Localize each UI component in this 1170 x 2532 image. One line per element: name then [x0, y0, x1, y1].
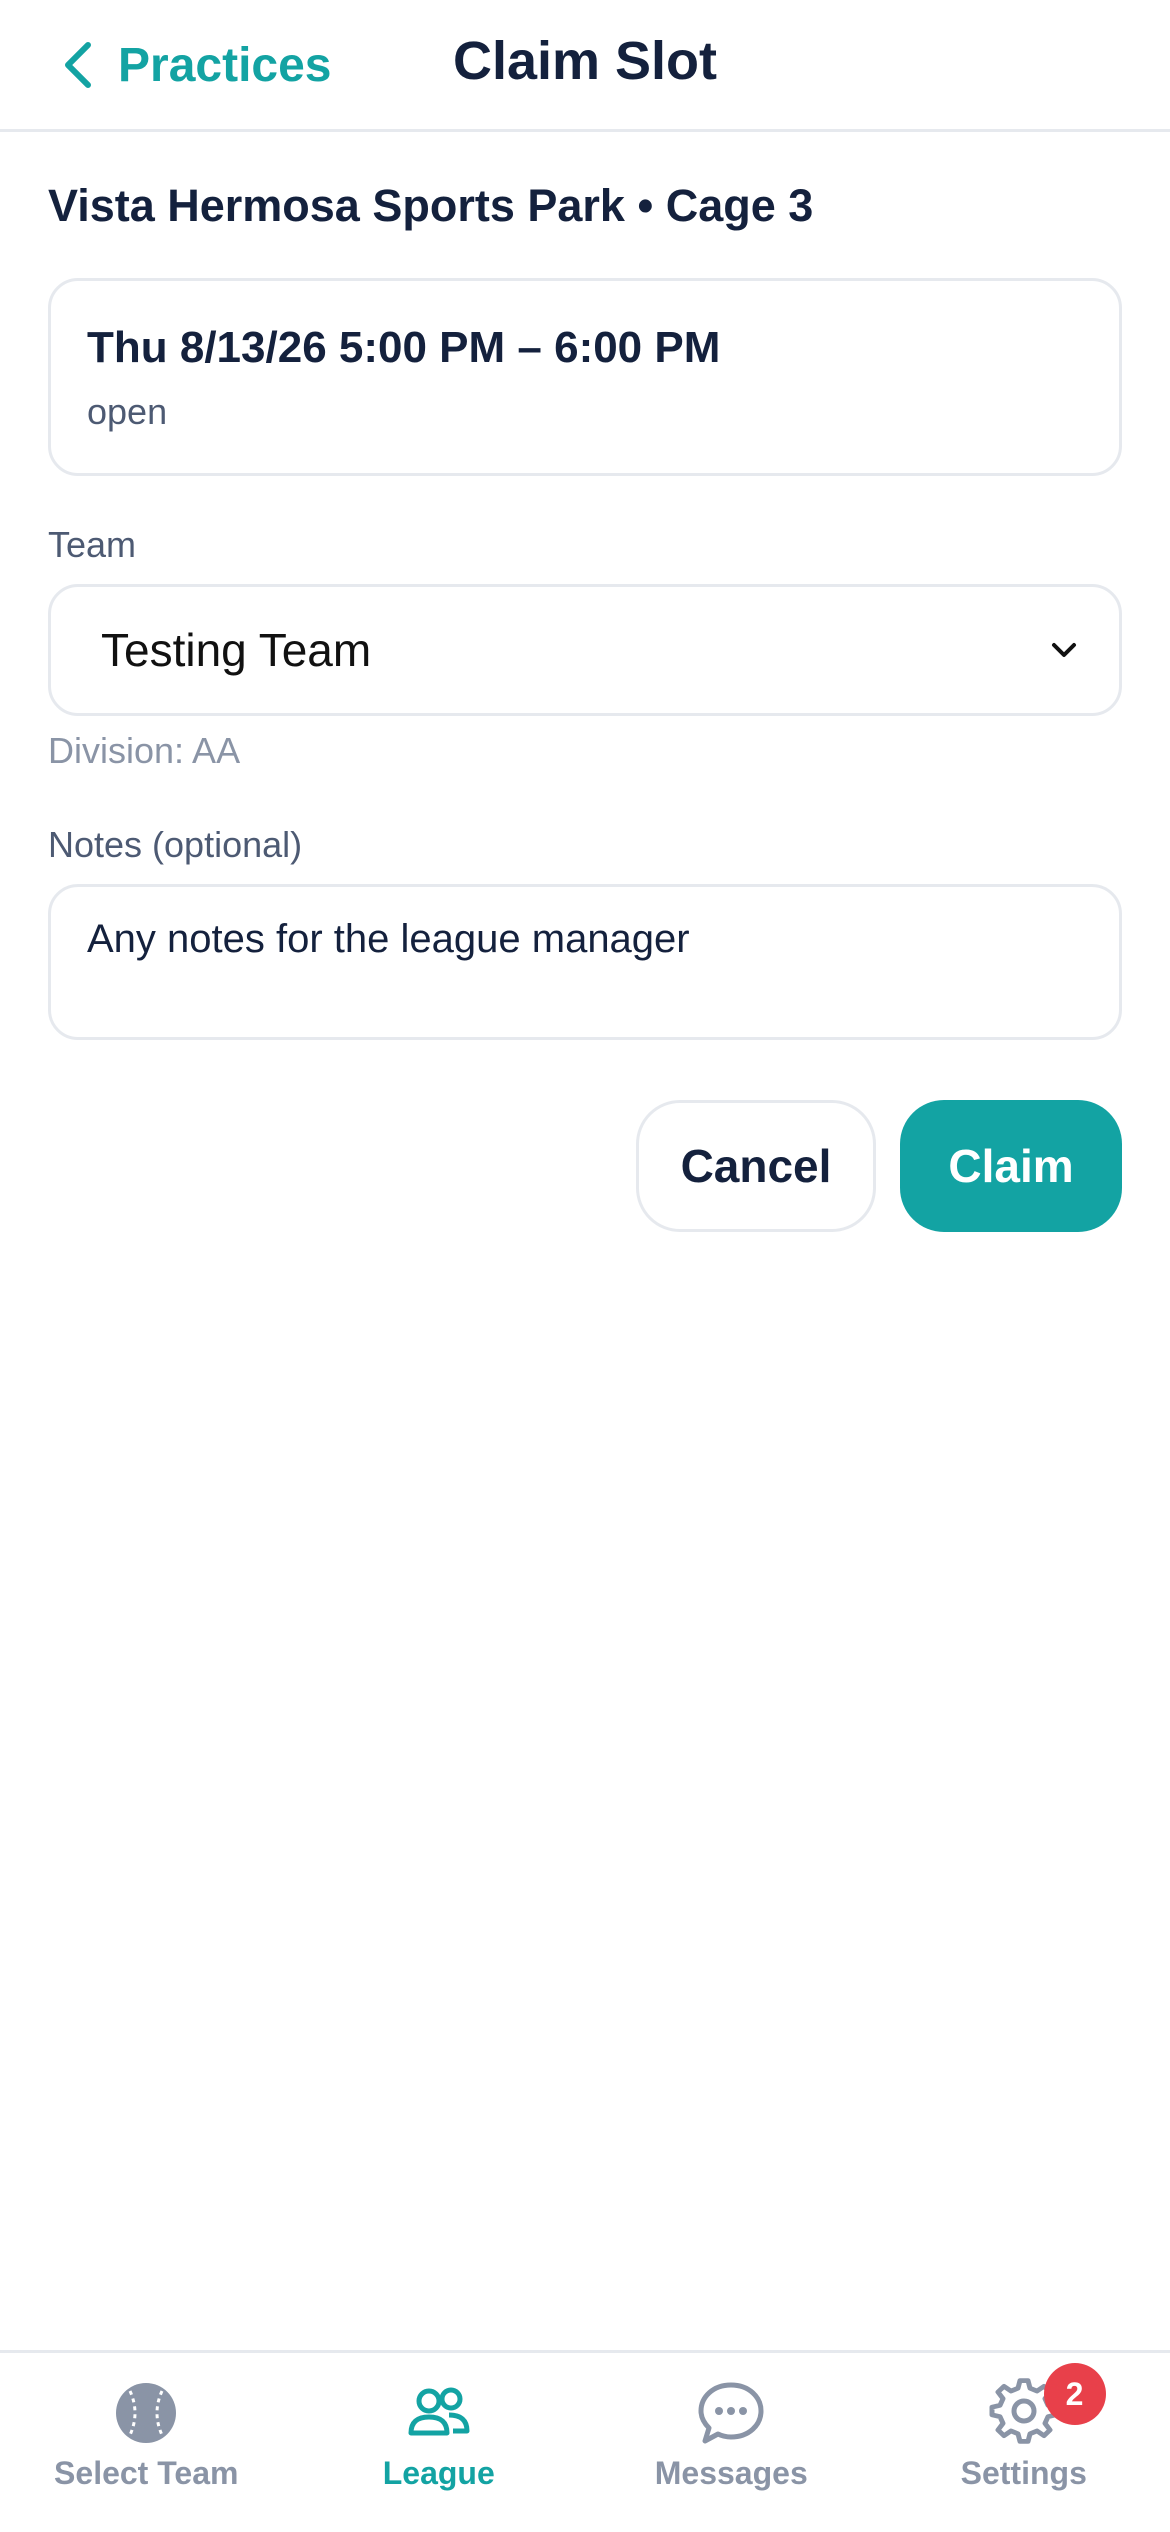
- chat-bubble-icon: [698, 2382, 764, 2444]
- tab-label: Settings: [960, 2455, 1087, 2491]
- slot-status: open: [87, 391, 168, 432]
- division-hint: Division: AA: [48, 730, 241, 771]
- facility-name: Vista Hermosa Sports Park • Cage 3: [48, 180, 814, 231]
- tab-label: Select Team: [54, 2455, 239, 2491]
- top-nav-bar: Practices Claim Slot: [0, 0, 1170, 132]
- users-icon: [408, 2387, 470, 2436]
- slot-card: Thu 8/13/26 5:00 PM – 6:00 PM open: [48, 278, 1122, 476]
- tab-settings[interactable]: 2 Settings: [878, 2353, 1170, 2532]
- team-select-value: Testing Team: [101, 624, 372, 676]
- claim-button[interactable]: Claim: [900, 1100, 1122, 1232]
- notes-input[interactable]: [48, 884, 1122, 1040]
- cancel-button[interactable]: Cancel: [636, 1100, 876, 1232]
- notes-label: Notes (optional): [48, 824, 303, 865]
- notification-badge: 2: [1043, 2363, 1106, 2425]
- tab-select-team[interactable]: Select Team: [0, 2353, 293, 2532]
- chevron-down-icon: [1052, 643, 1076, 657]
- bottom-tab-bar: Select Team League Messages 2 Settings: [0, 2350, 1170, 2532]
- tab-label: Messages: [654, 2455, 808, 2491]
- team-select[interactable]: Testing Team: [48, 584, 1122, 716]
- team-label: Team: [48, 524, 137, 565]
- slot-time: Thu 8/13/26 5:00 PM – 6:00 PM: [87, 323, 721, 372]
- tab-league[interactable]: League: [293, 2353, 586, 2532]
- page-title: Claim Slot: [452, 31, 718, 91]
- tab-messages[interactable]: Messages: [585, 2353, 878, 2532]
- tab-label: League: [382, 2455, 495, 2491]
- baseball-icon: [116, 2383, 177, 2443]
